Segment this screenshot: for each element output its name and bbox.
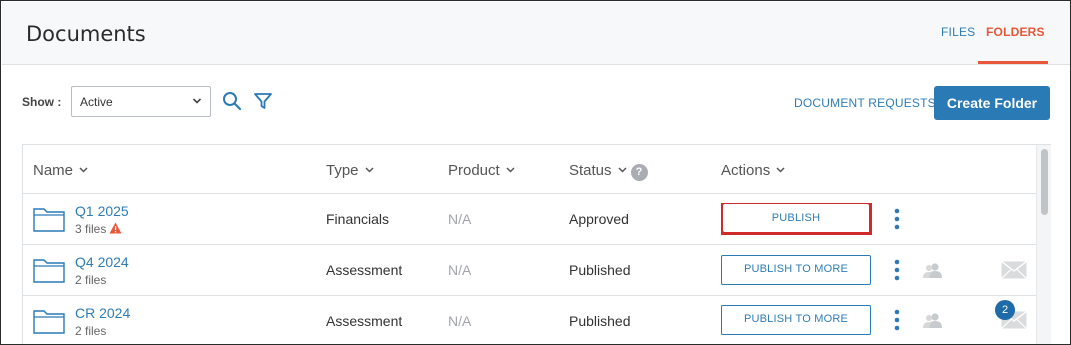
file-count: 2 files <box>75 324 107 338</box>
publish-button[interactable]: PUBLISH <box>723 204 869 232</box>
publish-to-more-button[interactable]: PUBLISH TO MORE <box>721 255 871 285</box>
tab-files[interactable]: FILES <box>941 25 975 39</box>
column-header-product[interactable]: Product <box>448 162 515 179</box>
product-cell: N/A <box>448 211 472 227</box>
product-cell: N/A <box>448 262 472 278</box>
column-header-name[interactable]: Name <box>33 162 88 179</box>
column-header-label: Name <box>33 162 74 179</box>
table-header: Name Type Product Status? Actions <box>23 145 1036 194</box>
type-cell: Assessment <box>326 313 403 329</box>
file-count: 3 files <box>75 222 122 236</box>
show-label: Show : <box>22 95 62 109</box>
product-cell: N/A <box>448 313 472 329</box>
chevron-down-icon <box>365 167 374 173</box>
chevron-down-icon <box>618 167 627 173</box>
column-header-label: Type <box>326 162 359 179</box>
folder-name-link[interactable]: CR 2024 <box>75 305 130 321</box>
users-icon <box>923 313 942 328</box>
active-tab-indicator <box>978 61 1048 64</box>
table-row: Q4 2024 2 files Assessment N/A Published… <box>23 245 1036 296</box>
page-title: Documents <box>26 22 146 46</box>
show-filter-select[interactable]: Active <box>71 86 211 117</box>
notification-badge: 2 <box>995 300 1015 320</box>
column-header-label: Actions <box>721 162 771 179</box>
type-cell: Financials <box>326 211 390 227</box>
help-icon[interactable]: ? <box>630 164 648 181</box>
folder-icon <box>33 310 65 334</box>
users-icon <box>923 263 942 278</box>
create-folder-button[interactable]: Create Folder <box>934 86 1050 120</box>
publish-to-more-button[interactable]: PUBLISH TO MORE <box>721 305 871 335</box>
chevron-down-icon <box>192 98 202 104</box>
chevron-down-icon <box>776 167 785 173</box>
status-cell: Published <box>569 313 631 329</box>
folder-name-link[interactable]: Q4 2024 <box>75 254 129 270</box>
chevron-down-icon <box>79 167 88 173</box>
tab-folders[interactable]: FOLDERS <box>986 25 1045 39</box>
more-options-icon[interactable] <box>894 309 900 331</box>
column-header-actions[interactable]: Actions <box>721 162 785 179</box>
status-cell: Approved <box>569 211 629 227</box>
table-row: Q1 2025 3 files Financials N/A Approved … <box>23 194 1036 245</box>
filter-icon[interactable] <box>253 91 273 111</box>
vertical-scrollbar[interactable] <box>1036 145 1051 344</box>
folder-icon <box>33 208 65 232</box>
file-count: 2 files <box>75 273 107 287</box>
mail-icon[interactable] <box>1001 261 1027 279</box>
table-row: CR 2024 2 files Assessment N/A Published… <box>23 296 1036 344</box>
scrollbar-thumb[interactable] <box>1041 149 1048 215</box>
document-requests-link[interactable]: DOCUMENT REQUESTS <box>794 96 936 110</box>
column-header-label: Status <box>569 162 612 179</box>
documents-panel: Documents FILES FOLDERS Show : Active DO… <box>0 0 1071 345</box>
more-options-icon[interactable] <box>894 259 900 281</box>
folder-name-link[interactable]: Q1 2025 <box>75 203 129 219</box>
more-options-icon[interactable] <box>894 208 900 230</box>
column-header-label: Product <box>448 162 500 179</box>
column-header-type[interactable]: Type <box>326 162 374 179</box>
status-cell: Published <box>569 262 631 278</box>
page-header: Documents FILES FOLDERS <box>2 2 1070 65</box>
show-filter-value: Active <box>80 95 113 109</box>
warning-icon <box>109 222 122 234</box>
file-count-label: 3 files <box>75 222 107 236</box>
folder-icon <box>33 259 65 283</box>
type-cell: Assessment <box>326 262 403 278</box>
column-header-status[interactable]: Status? <box>569 162 648 181</box>
folders-table: Name Type Product Status? Actions Q1 202… <box>22 144 1051 344</box>
chevron-down-icon <box>506 167 515 173</box>
search-icon[interactable] <box>222 91 242 111</box>
